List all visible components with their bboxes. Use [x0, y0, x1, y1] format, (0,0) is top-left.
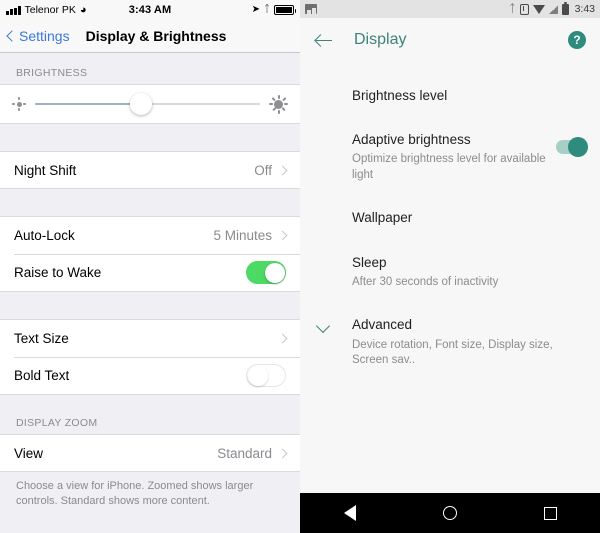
row-label: Bold Text — [14, 368, 70, 383]
chevron-down-icon[interactable] — [315, 319, 331, 334]
brightness-slider-track[interactable] — [35, 93, 260, 115]
chevron-right-icon — [277, 230, 288, 241]
row-advanced[interactable]: Advanced Device rotation, Font size, Dis… — [300, 303, 600, 381]
help-icon-label: ? — [573, 33, 581, 47]
row-value: Off — [254, 162, 272, 178]
row-title: Sleep — [352, 254, 387, 270]
large-sun-icon — [269, 94, 288, 114]
android-navigation-bar — [300, 493, 600, 533]
ios-status-right: ➤ ᛏ — [251, 4, 296, 15]
row-value: 5 Minutes — [213, 228, 272, 243]
row-sleep[interactable]: Sleep After 30 seconds of inactivity — [300, 241, 600, 304]
bluetooth-icon: ᛏ — [264, 4, 270, 15]
back-triangle-icon[interactable] — [343, 505, 356, 521]
dual-screenshot-comparison: Telenor PK ◕ 3:43 AM ➤ ᛏ Settings Displa… — [0, 0, 600, 533]
help-circle-icon[interactable]: ? — [568, 31, 586, 49]
chevron-right-icon — [277, 165, 288, 175]
ios-settings-screen: Telenor PK ◕ 3:43 AM ➤ ᛏ Settings Displa… — [0, 0, 300, 533]
location-arrow-icon: ➤ — [251, 4, 260, 15]
adaptive-brightness-toggle[interactable] — [556, 137, 588, 158]
row-label: Raise to Wake — [14, 265, 102, 280]
ios-settings-list: BRIGHTNESS Night Shift Off Auto-Lock 5 M… — [0, 53, 300, 533]
back-to-settings-button[interactable]: Settings — [0, 28, 70, 44]
row-title: Brightness level — [352, 88, 448, 103]
row-subtitle: After 30 seconds of inactivity — [352, 275, 499, 288]
row-brightness-level[interactable]: Brightness level — [300, 74, 600, 118]
chevron-right-icon — [277, 448, 288, 458]
raise-to-wake-toggle[interactable] — [246, 261, 286, 284]
row-night-shift[interactable]: Night Shift Off — [0, 151, 300, 189]
brightness-slider-row[interactable] — [0, 84, 300, 124]
row-label: Night Shift — [14, 162, 77, 178]
row-view[interactable]: View Standard — [0, 434, 300, 472]
row-title: Wallpaper — [352, 210, 413, 226]
display-zoom-section-header: DISPLAY ZOOM — [16, 417, 98, 429]
home-circle-icon[interactable] — [442, 506, 457, 520]
row-subtitle: Optimize brightness level for available … — [352, 153, 546, 181]
photo-icon — [305, 4, 317, 14]
small-sun-icon — [12, 97, 26, 111]
row-subtitle: Device rotation, Font size, Display size… — [352, 338, 553, 367]
android-settings-list: Brightness level Adaptive brightness Opt… — [300, 62, 600, 382]
android-clock: 3:43 — [574, 3, 595, 15]
vibrate-icon — [519, 3, 529, 15]
ios-status-bar: Telenor PK ◕ 3:43 AM ➤ ᛏ — [0, 0, 300, 20]
row-label: Auto-Lock — [14, 228, 75, 243]
bold-text-toggle[interactable] — [246, 364, 286, 387]
chevron-right-icon — [277, 333, 288, 344]
bluetooth-icon: ᛏ — [508, 2, 516, 15]
row-text-size[interactable]: Text Size — [0, 319, 300, 357]
row-title: Advanced — [352, 317, 413, 333]
row-label: Text Size — [14, 331, 69, 346]
wifi-icon: ◕ — [79, 3, 87, 16]
android-status-right: ᛏ 3:43 — [508, 1, 595, 15]
android-status-bar: ᛏ 3:43 — [300, 0, 600, 18]
chevron-left-icon — [6, 30, 18, 42]
row-auto-lock[interactable]: Auto-Lock 5 Minutes — [0, 216, 300, 254]
brightness-slider-thumb[interactable] — [129, 93, 152, 115]
row-title: Adaptive brightness — [352, 132, 471, 148]
row-adaptive-brightness[interactable]: Adaptive brightness Optimize brightness … — [300, 118, 600, 196]
recents-square-icon[interactable] — [543, 506, 557, 520]
section-gap — [0, 189, 300, 216]
android-display-settings-screen: ᛏ 3:43 Display ? Brightness level Adapti… — [300, 0, 600, 533]
back-button-label: Settings — [19, 28, 70, 44]
carrier-label: Telenor PK — [24, 4, 76, 16]
wifi-icon — [532, 4, 545, 14]
arrow-back-icon[interactable] — [314, 30, 334, 50]
row-value: Standard — [217, 445, 272, 461]
page-title: Display & Brightness — [85, 28, 227, 44]
section-gap — [0, 124, 300, 151]
row-raise-to-wake[interactable]: Raise to Wake — [0, 254, 300, 292]
ios-navigation-bar: Settings Display & Brightness — [0, 20, 300, 53]
battery-icon — [274, 5, 296, 15]
row-wallpaper[interactable]: Wallpaper — [300, 196, 600, 240]
page-title: Display — [354, 31, 407, 48]
row-bold-text[interactable]: Bold Text — [0, 357, 300, 395]
display-zoom-footnote: Choose a view for iPhone. Zoomed shows l… — [0, 472, 300, 509]
ios-status-left: Telenor PK ◕ — [6, 4, 87, 16]
android-app-bar: Display ? — [300, 18, 600, 62]
section-gap — [0, 292, 300, 319]
signal-icon — [548, 4, 558, 14]
battery-icon — [561, 1, 569, 15]
row-label: View — [14, 445, 44, 461]
brightness-section-header: BRIGHTNESS — [16, 67, 88, 79]
signal-bars-icon — [6, 5, 21, 15]
brightness-slider-fill — [35, 103, 141, 105]
